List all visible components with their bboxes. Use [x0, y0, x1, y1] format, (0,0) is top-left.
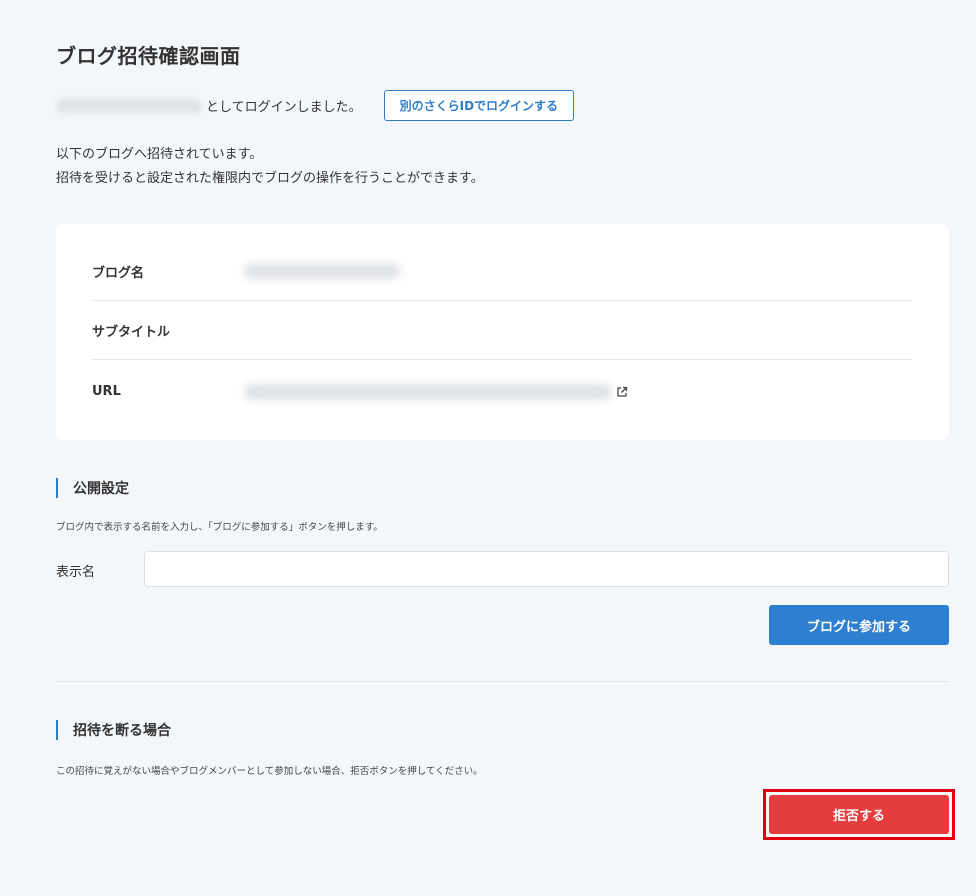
- external-link-icon[interactable]: [616, 386, 628, 398]
- display-name-label: 表示名: [56, 565, 96, 580]
- reject-button[interactable]: 拒否する: [769, 795, 949, 834]
- subtitle-row: サブタイトル: [92, 302, 912, 360]
- redacted-username: [56, 98, 202, 113]
- public-settings-heading: 公開設定: [56, 478, 129, 498]
- blog-url-link[interactable]: [244, 383, 628, 400]
- switch-account-button[interactable]: 別のさくらIDでログインする: [383, 90, 575, 121]
- page-title: ブログ招待確認画面: [56, 44, 241, 68]
- blog-name-label: ブログ名: [92, 265, 145, 281]
- blog-info-card: ブログ名 サブタイトル URL: [56, 224, 949, 440]
- decline-description: この招待に覚えがない場合やブログメンバーとして参加しない場合、拒否ボタンを押して…: [56, 766, 483, 777]
- intro-line-2: 招待を受けると設定された権限内でブログの操作を行うことができます。: [56, 171, 484, 186]
- public-settings-description: ブログ内で表示する名前を入力し、「ブログに参加する」ボタンを押します。: [56, 522, 383, 533]
- blog-name-row: ブログ名: [92, 242, 912, 301]
- intro-line-1: 以下のブログへ招待されています。: [56, 147, 263, 162]
- login-status-row: としてログインしました。 別のさくらIDでログインする: [56, 90, 575, 121]
- intro-text: 以下のブログへ招待されています。 招待を受けると設定された権限内でブログの操作を…: [56, 143, 484, 191]
- subtitle-label: サブタイトル: [92, 325, 171, 340]
- join-blog-button[interactable]: ブログに参加する: [769, 605, 949, 645]
- url-row: URL: [92, 362, 912, 421]
- decline-heading: 招待を断る場合: [56, 720, 171, 740]
- redacted-blog-url[interactable]: [244, 383, 612, 400]
- display-name-input[interactable]: [144, 551, 949, 587]
- section-divider: [56, 681, 949, 682]
- url-label: URL: [92, 384, 121, 399]
- login-status-text: としてログインしました。: [206, 100, 362, 115]
- redacted-blog-name: [244, 263, 400, 279]
